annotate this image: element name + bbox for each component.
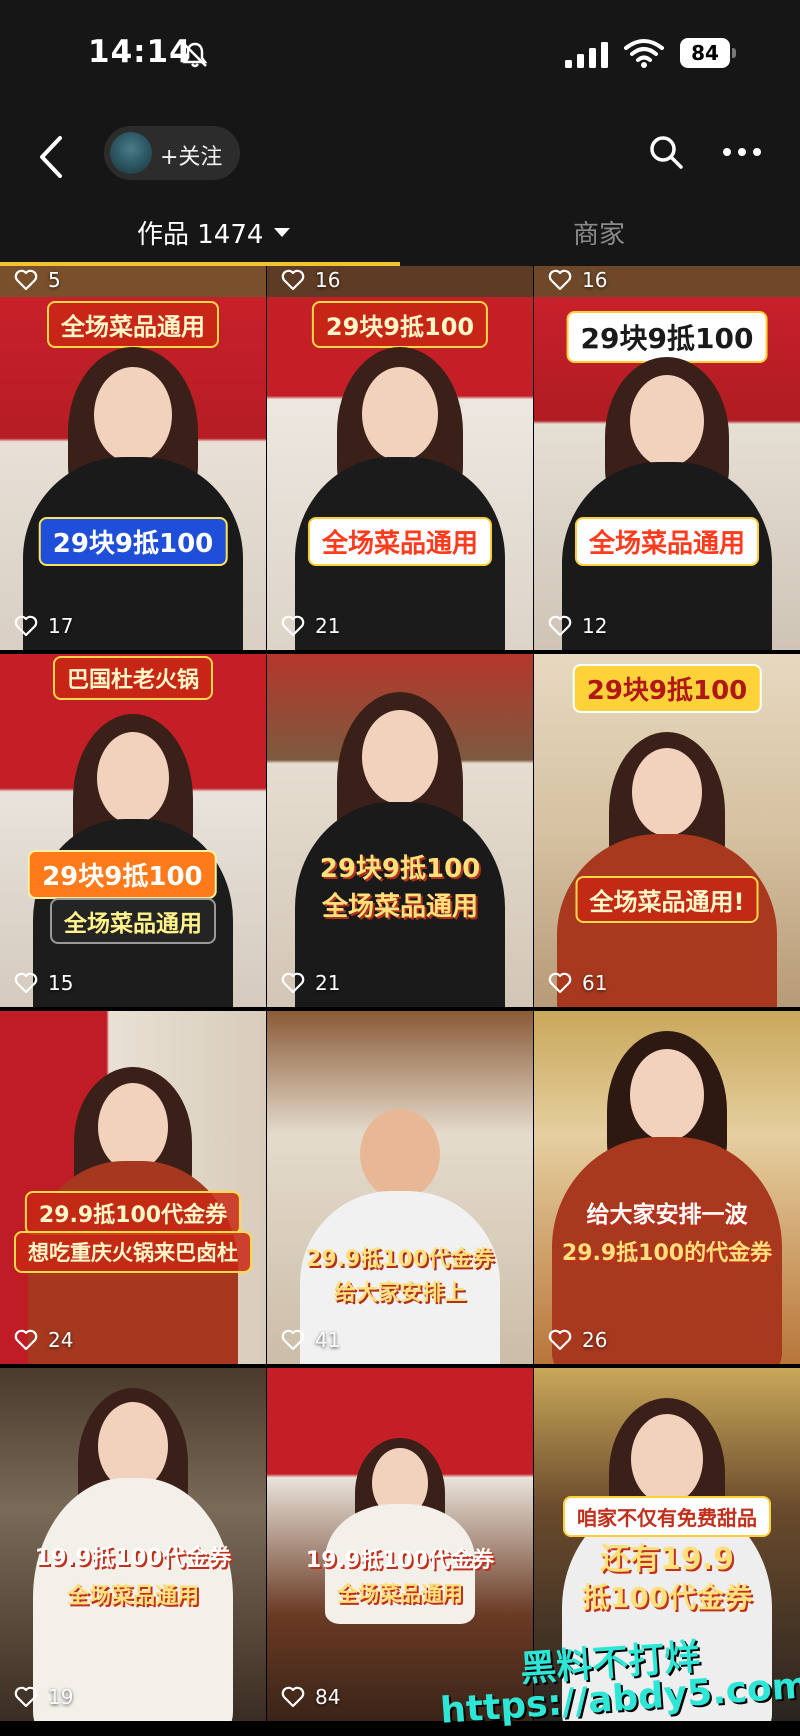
like-count-value: 5 [48,268,61,292]
heart-icon [548,1329,572,1351]
video-thumbnail[interactable]: 29块9抵100 全场菜品通用 21 [267,654,533,1007]
wifi-icon [624,39,664,68]
like-count: 5 [14,268,61,292]
video-grid: 5 16 16 全场菜品通用 29块9抵100 17 29块9抵100 全场菜品… [0,266,800,1736]
watermark: 黑料不打烊 https://abdy5.com [439,1634,800,1732]
video-caption: 全场菜品通用 [66,1584,200,1609]
like-count: 19 [14,1685,73,1709]
video-caption: 29块9抵100 [566,311,768,363]
like-count-value: 24 [48,1328,74,1352]
like-count: 21 [281,971,340,995]
like-count: 26 [548,1328,607,1352]
like-count-value: 21 [315,971,341,995]
video-thumbnail[interactable]: 19.9抵100代金券 全场菜品通用 19 [0,1368,266,1721]
heart-icon [281,1686,305,1708]
video-thumbnail[interactable]: 给大家安排一波 29.9抵100的代金券 26 [534,1011,800,1364]
search-icon[interactable] [648,134,684,170]
avatar[interactable] [110,132,152,174]
video-caption: 29块9抵100 [28,850,217,899]
like-count-value: 16 [315,268,341,292]
tab-merchant[interactable]: 商家 [573,214,625,251]
like-count-value: 15 [48,971,74,995]
video-caption: 全场菜品通用 [574,517,760,566]
like-count: 84 [281,1685,340,1709]
like-count: 21 [281,614,340,638]
video-caption: 29块9抵100 [38,517,228,566]
like-count-value: 21 [315,614,341,638]
like-count-value: 17 [48,614,74,638]
heart-icon [548,615,572,637]
like-count-value: 12 [582,614,608,638]
video-thumbnail[interactable]: 29块9抵100 全场菜品通用! 61 [534,654,800,1007]
video-caption: 29.9抵100的代金券 [561,1241,773,1266]
video-thumbnail[interactable]: 29.9抵100代金券 想吃重庆火锅来巴卤杜 24 [0,1011,266,1364]
video-thumbnail[interactable]: 巴国杜老火锅 29块9抵100 全场菜品通用 15 [0,654,266,1007]
video-thumbnail[interactable]: 29块9抵100 全场菜品通用 12 [534,297,800,650]
top-nav: +关注 [0,110,800,210]
video-caption: 全场菜品通用 [50,898,216,944]
video-caption: 抵100代金券 [581,1581,753,1614]
tab-works[interactable]: 作品 1474 [137,214,263,251]
signal-icon [565,42,608,68]
heart-icon [14,972,38,994]
video-caption: 全场菜品通用 [321,892,479,922]
video-thumbnail[interactable]: 29块9抵100 全场菜品通用 21 [267,297,533,650]
like-count-value: 19 [48,1685,74,1709]
video-caption: 19.9抵100代金券 [34,1545,232,1571]
video-caption: 给大家安排上 [333,1281,467,1306]
heart-icon [14,1686,38,1708]
like-count: 12 [548,614,607,638]
like-count-value: 84 [315,1685,341,1709]
video-caption: 19.9抵100代金券 [305,1548,495,1573]
heart-icon [548,972,572,994]
video-thumbnail[interactable]: 29.9抵100代金券 给大家安排上 41 [267,1011,533,1364]
heart-icon [281,972,305,994]
like-count: 17 [14,614,73,638]
video-caption: 给大家安排一波 [586,1202,748,1228]
like-count: 61 [548,971,607,995]
heart-icon [14,1329,38,1351]
list-item[interactable]: 5 [0,266,266,297]
like-count-value: 26 [582,1328,608,1352]
like-count-value: 16 [582,268,608,292]
heart-icon [548,269,572,291]
video-caption: 29块9抵100 [311,301,489,348]
like-count: 15 [14,971,73,995]
video-caption: 全场菜品通用 [307,517,493,566]
back-icon[interactable] [36,134,66,180]
video-caption: 全场菜品通用! [575,876,759,923]
video-caption: 全场菜品通用 [47,301,219,348]
heart-icon [281,615,305,637]
heart-icon [281,269,305,291]
battery-icon: 84 [680,38,730,68]
like-count: 16 [548,268,607,292]
video-caption: 巴国杜老火锅 [52,656,214,700]
video-thumbnail[interactable]: 全场菜品通用 29块9抵100 17 [0,297,266,650]
like-count-value: 61 [582,971,608,995]
status-time: 14:14 [88,34,192,70]
heart-icon [281,1329,305,1351]
video-caption: 29.9抵100代金券 [24,1191,242,1235]
bell-off-icon [182,42,208,68]
like-count: 41 [281,1328,340,1352]
like-count: 24 [14,1328,73,1352]
more-icon[interactable] [722,140,762,164]
like-count-value: 41 [315,1328,341,1352]
follow-button[interactable]: +关注 [104,126,240,180]
video-caption: 29块9抵100 [572,664,762,713]
profile-tabs: 作品 1474 商家 [0,210,800,266]
video-caption: 全场菜品通用 [337,1582,463,1606]
battery-tip [732,48,736,58]
like-count: 16 [281,268,340,292]
list-item[interactable]: 16 [267,266,533,297]
video-caption: 想吃重庆火锅来巴卤杜 [14,1231,252,1273]
heart-icon [14,615,38,637]
status-bar: 14:14 84 [0,0,800,110]
list-item[interactable]: 16 [534,266,800,297]
heart-icon [14,269,38,291]
partial-row: 5 16 16 [0,266,800,297]
chevron-down-icon[interactable] [274,228,290,237]
follow-label: +关注 [160,145,223,170]
